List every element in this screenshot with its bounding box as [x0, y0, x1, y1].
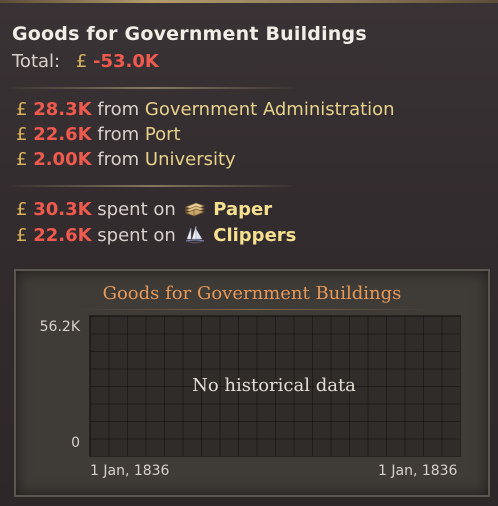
chart-title-underline: [76, 309, 432, 310]
total-label: Total:: [12, 51, 61, 72]
good-link-clippers[interactable]: Clippers: [213, 225, 296, 246]
pound-icon: £: [16, 99, 28, 120]
spending-row-clippers: £ 22.6K spent on Clippers: [16, 225, 296, 246]
no-data-message: No historical data: [192, 375, 356, 396]
source-value: 22.6K: [33, 124, 92, 145]
paper-icon: [184, 202, 205, 217]
tooltip-top-border: [0, 0, 498, 3]
spending-row-paper: £ 30.3K spent on Paper: [16, 199, 272, 220]
pound-icon: £: [75, 51, 88, 72]
clipper-ship-icon: [185, 225, 204, 244]
chart-title: Goods for Government Buildings: [102, 283, 402, 304]
spending-word: spent on: [97, 199, 176, 220]
x-axis-start-label: 1 Jan, 1836: [90, 463, 170, 479]
pound-icon: £: [16, 225, 28, 246]
y-axis-min-label: 0: [71, 435, 80, 451]
source-word: from: [97, 124, 140, 145]
source-word: from: [97, 99, 140, 120]
y-axis-max-label: 56.2K: [39, 319, 80, 335]
spending-word: spent on: [97, 225, 176, 246]
source-row-port: £ 22.6K from Port: [16, 124, 181, 145]
divider-top: [12, 87, 292, 89]
spending-value: 22.6K: [33, 225, 92, 246]
pound-icon: £: [16, 149, 28, 170]
source-row-university: £ 2.00K from University: [16, 149, 236, 170]
spending-value: 30.3K: [33, 199, 92, 220]
total-value: -53.0K: [93, 51, 159, 72]
pound-icon: £: [16, 124, 28, 145]
x-axis-end-label: 1 Jan, 1836: [378, 463, 458, 479]
tooltip-title: Goods for Government Buildings: [12, 23, 367, 45]
total-row: Total: £ -53.0K: [12, 51, 159, 72]
history-chart-panel: Goods for Government Buildings 56.2K 0 N…: [14, 269, 490, 497]
pound-icon: £: [16, 199, 28, 220]
source-link-port[interactable]: Port: [145, 124, 181, 145]
source-link-government-administration[interactable]: Government Administration: [145, 99, 395, 120]
source-row-government-administration: £ 28.3K from Government Administration: [16, 99, 395, 120]
goods-tooltip: Goods for Government Buildings Total: £ …: [0, 0, 498, 506]
source-value: 2.00K: [33, 149, 92, 170]
source-word: from: [97, 149, 140, 170]
source-link-university[interactable]: University: [145, 149, 236, 170]
source-value: 28.3K: [33, 99, 92, 120]
divider-middle: [12, 185, 292, 187]
good-link-paper[interactable]: Paper: [213, 199, 272, 220]
